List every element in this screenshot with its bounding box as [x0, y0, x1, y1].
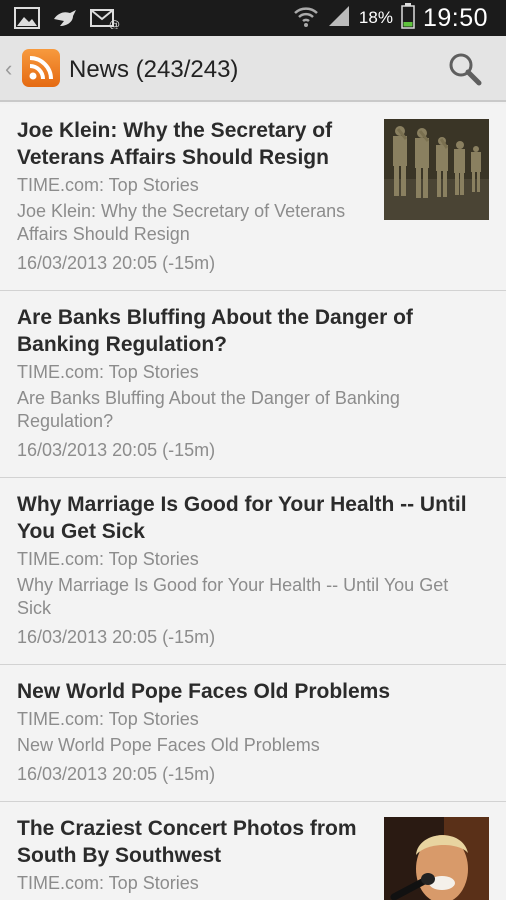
list-item[interactable]: Why Marriage Is Good for Your Health -- …: [0, 478, 506, 665]
article-source: TIME.com: Top Stories: [17, 873, 199, 893]
article-description: Are Banks Bluffing About the Danger of B…: [17, 388, 400, 431]
bird-icon: [52, 7, 78, 34]
battery-percent: 18%: [358, 8, 393, 27]
rss-icon[interactable]: [22, 49, 60, 87]
list-item[interactable]: New World Pope Faces Old Problems TIME.c…: [0, 665, 506, 802]
article-date: 16/03/2013 20:05 (-15m): [17, 764, 216, 784]
article-list: Joe Klein: Why the Secretary of Veterans…: [0, 104, 506, 900]
article-source: TIME.com: Top Stories: [17, 175, 199, 195]
clock: 19:50: [422, 3, 488, 32]
article-source: TIME.com: Top Stories: [17, 362, 199, 382]
article-description: New World Pope Faces Old Problems: [17, 735, 320, 755]
article-date: 16/03/2013 20:05 (-15m): [17, 253, 216, 273]
article-date: 16/03/2013 20:05 (-15m): [17, 440, 216, 460]
article-thumbnail: [384, 817, 489, 900]
article-description: Why Marriage Is Good for Your Health -- …: [17, 575, 449, 618]
signal-icon: [327, 4, 351, 33]
list-item[interactable]: The Craziest Concert Photos from South B…: [0, 802, 506, 900]
article-date: 16/03/2013 20:05 (-15m): [17, 627, 216, 647]
action-bar: ‹ News (243/243): [0, 36, 506, 102]
article-title: New World Pope Faces Old Problems: [17, 680, 391, 703]
status-bar: @ 18% 19:50: [0, 0, 506, 36]
article-title: Joe Klein: Why the Secretary of Veterans…: [17, 119, 333, 169]
gallery-icon: [14, 7, 40, 34]
article-source: TIME.com: Top Stories: [17, 709, 199, 729]
mail-at-icon: @: [90, 7, 120, 34]
article-description: Joe Klein: Why the Secretary of Veterans…: [17, 201, 346, 244]
chevron-left-icon[interactable]: ‹: [5, 56, 12, 82]
battery-icon: [401, 2, 415, 34]
article-title: Are Banks Bluffing About the Danger of B…: [17, 306, 413, 356]
article-title: The Craziest Concert Photos from South B…: [17, 817, 357, 867]
list-item[interactable]: Joe Klein: Why the Secretary of Veterans…: [0, 104, 506, 291]
svg-text:@: @: [109, 18, 120, 29]
search-icon[interactable]: [446, 50, 486, 90]
article-source: TIME.com: Top Stories: [17, 549, 199, 569]
article-title: Why Marriage Is Good for Your Health -- …: [17, 493, 467, 543]
article-thumbnail: [384, 119, 489, 220]
page-title: News (243/243): [69, 56, 239, 83]
list-item[interactable]: Are Banks Bluffing About the Danger of B…: [0, 291, 506, 478]
wifi-icon: [293, 4, 319, 33]
